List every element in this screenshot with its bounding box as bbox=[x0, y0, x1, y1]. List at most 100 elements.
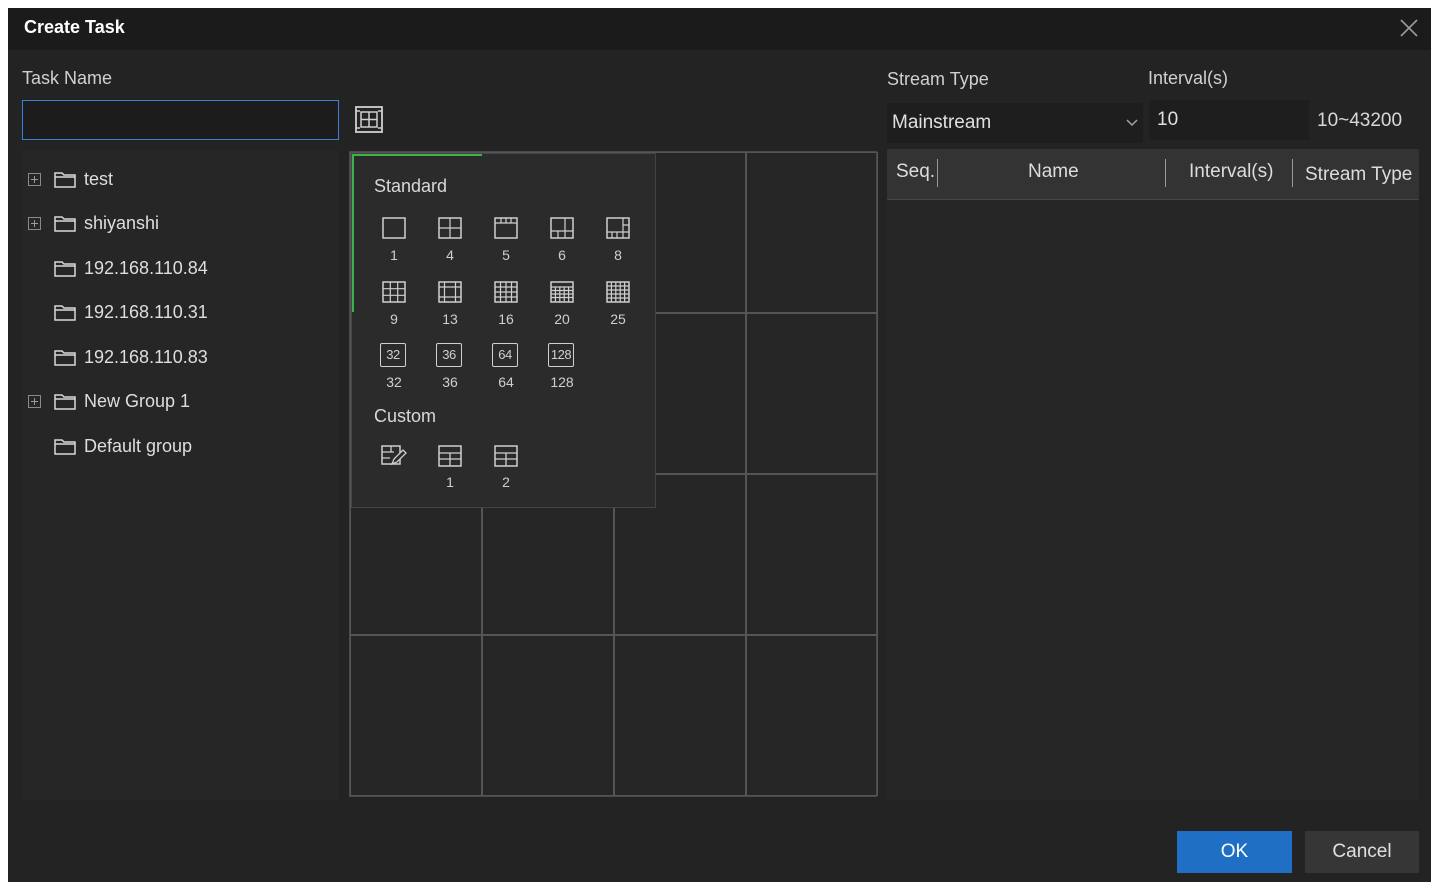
stream-type-select[interactable]: Mainstream bbox=[887, 103, 1143, 143]
tree-item[interactable]: test bbox=[22, 164, 339, 194]
column-seq[interactable]: Seq. bbox=[896, 161, 935, 183]
dialog-title: Create Task bbox=[24, 17, 125, 37]
grid-cell[interactable] bbox=[746, 635, 878, 796]
layout-9-icon bbox=[382, 280, 406, 303]
layout-option-20[interactable]: 20 bbox=[542, 280, 582, 340]
interval-input[interactable] bbox=[1149, 100, 1309, 140]
custom-layout-label: 2 bbox=[502, 474, 510, 490]
column-interval[interactable]: Interval(s) bbox=[1189, 161, 1273, 183]
layout-option-label: 20 bbox=[554, 310, 570, 327]
layout-option-label: 36 bbox=[442, 374, 458, 390]
tree-item[interactable]: Default group bbox=[22, 431, 339, 461]
tree-item-label: 192.168.110.83 bbox=[84, 346, 208, 367]
title-bar: Create Task bbox=[8, 8, 1431, 50]
task-name-input[interactable] bbox=[22, 100, 339, 140]
layout-option-36[interactable]: 36 36 bbox=[430, 343, 470, 403]
tree-item[interactable]: New Group 1 bbox=[22, 387, 339, 417]
column-stream-type[interactable]: Stream Type bbox=[1305, 164, 1412, 186]
layout-6-icon bbox=[550, 217, 574, 239]
tree-item[interactable]: 192.168.110.84 bbox=[22, 253, 339, 283]
expand-icon[interactable] bbox=[28, 217, 41, 230]
layout-option-128[interactable]: 128 128 bbox=[542, 343, 582, 403]
grid-cell[interactable] bbox=[614, 635, 746, 796]
column-divider[interactable] bbox=[937, 159, 938, 187]
layout-option-32[interactable]: 32 32 bbox=[374, 343, 414, 403]
layout-8-icon bbox=[606, 217, 630, 239]
edit-layout-icon bbox=[381, 445, 407, 466]
folder-icon bbox=[54, 438, 76, 455]
create-task-dialog: Create Task Task Name test shiyanshi 192.1… bbox=[8, 8, 1431, 882]
custom-edit-option[interactable] bbox=[374, 443, 414, 503]
column-divider[interactable] bbox=[1165, 159, 1166, 187]
custom-heading: Custom bbox=[374, 406, 437, 426]
layout-option-label: 13 bbox=[442, 310, 458, 327]
layout-32-icon: 32 bbox=[380, 343, 406, 367]
table-header: Seq. Name Interval(s) Stream Type bbox=[887, 149, 1419, 200]
layout-option-64[interactable]: 64 64 bbox=[486, 343, 526, 403]
folder-icon bbox=[54, 216, 76, 232]
layout-option-1[interactable]: 1 bbox=[374, 216, 414, 276]
folder-icon bbox=[54, 171, 76, 188]
grid-cell[interactable] bbox=[482, 635, 614, 796]
tree-item-label: 192.168.110.31 bbox=[84, 302, 208, 322]
window-layout-icon[interactable] bbox=[352, 102, 386, 136]
layout-option-6[interactable]: 6 bbox=[542, 216, 582, 276]
grid-cell[interactable] bbox=[746, 313, 878, 474]
layout-option-label: 25 bbox=[610, 310, 626, 327]
selected-cell-border-left bbox=[352, 154, 354, 312]
layout-64-icon: 64 bbox=[492, 343, 518, 367]
tree-item[interactable]: 192.168.110.31 bbox=[22, 298, 339, 328]
layout-option-13[interactable]: 13 bbox=[430, 280, 470, 340]
custom-layout-option-1[interactable]: 1 bbox=[430, 443, 470, 503]
tree-item[interactable]: 192.168.110.83 bbox=[22, 342, 339, 372]
expand-icon[interactable] bbox=[28, 172, 41, 186]
cancel-button[interactable]: Cancel bbox=[1305, 831, 1419, 873]
tree-item-label: Default group bbox=[84, 435, 193, 456]
column-name[interactable]: Name bbox=[1028, 161, 1079, 183]
folder-icon bbox=[54, 260, 76, 277]
layout-1-icon bbox=[382, 217, 406, 239]
task-name-label: Task Name bbox=[22, 68, 113, 88]
grid-cell[interactable] bbox=[350, 635, 482, 796]
custom-layout-icon bbox=[494, 445, 518, 467]
layout-option-9[interactable]: 9 bbox=[374, 280, 414, 340]
tree-item-label: shiyanshi bbox=[84, 213, 160, 233]
layout-16-icon bbox=[494, 280, 518, 303]
layout-4-icon bbox=[438, 217, 462, 239]
grid-cell[interactable] bbox=[746, 474, 878, 635]
chevron-down-icon bbox=[1126, 119, 1138, 126]
layout-13-icon bbox=[438, 280, 462, 303]
layout-5-icon bbox=[494, 217, 518, 239]
layout-option-16[interactable]: 16 bbox=[486, 280, 526, 340]
column-divider[interactable] bbox=[1292, 159, 1293, 187]
layout-option-label: 6 bbox=[558, 247, 566, 263]
layout-option-label: 64 bbox=[498, 374, 514, 390]
layout-option-5[interactable]: 5 bbox=[486, 216, 526, 276]
layout-option-8[interactable]: 8 bbox=[598, 216, 638, 276]
ok-button[interactable]: OK bbox=[1177, 831, 1292, 873]
layout-36-icon: 36 bbox=[436, 343, 462, 367]
tree-item[interactable]: shiyanshi bbox=[22, 209, 339, 239]
layout-option-label: 4 bbox=[446, 247, 454, 263]
task-table: Seq. Name Interval(s) Stream Type bbox=[887, 149, 1419, 800]
custom-layout-label: 1 bbox=[446, 474, 454, 490]
tree-item-label: 192.168.110.84 bbox=[84, 257, 208, 278]
layout-option-4[interactable]: 4 bbox=[430, 216, 470, 276]
tree-item-label: test bbox=[84, 168, 114, 189]
layout-128-icon: 128 bbox=[548, 343, 574, 367]
device-tree: test shiyanshi 192.168.110.84 192.168.110.3… bbox=[22, 150, 339, 800]
layout-option-25[interactable]: 25 bbox=[598, 280, 638, 340]
custom-layout-icon bbox=[438, 445, 462, 467]
layout-25-icon bbox=[606, 280, 630, 303]
standard-heading: Standard bbox=[374, 176, 448, 196]
expand-icon[interactable] bbox=[28, 395, 41, 408]
custom-layout-option-2[interactable]: 2 bbox=[486, 443, 526, 503]
grid-cell[interactable] bbox=[746, 152, 878, 313]
interval-label: Interval(s) bbox=[1148, 68, 1229, 88]
close-icon[interactable] bbox=[1397, 16, 1421, 40]
interval-range: 10~43200 bbox=[1317, 110, 1403, 131]
folder-icon bbox=[54, 349, 76, 366]
layout-option-label: 9 bbox=[390, 310, 398, 327]
folder-icon bbox=[54, 305, 76, 321]
layout-20-icon bbox=[550, 280, 574, 303]
